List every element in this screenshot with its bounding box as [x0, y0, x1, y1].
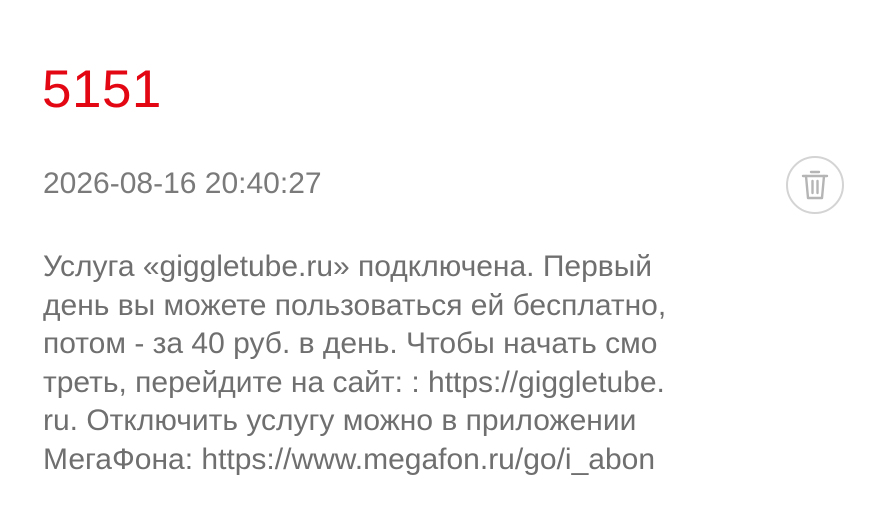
sms-message-card: 5151 2026-08-16 20:40:27 Услуга «gigglet…	[0, 0, 891, 529]
sender-number: 5151	[42, 60, 162, 119]
delete-button[interactable]	[786, 156, 844, 214]
message-timestamp: 2026-08-16 20:40:27	[43, 167, 322, 200]
trash-icon	[800, 168, 830, 202]
message-body: Услуга «giggletube.ru» подключена. Первы…	[43, 250, 667, 476]
